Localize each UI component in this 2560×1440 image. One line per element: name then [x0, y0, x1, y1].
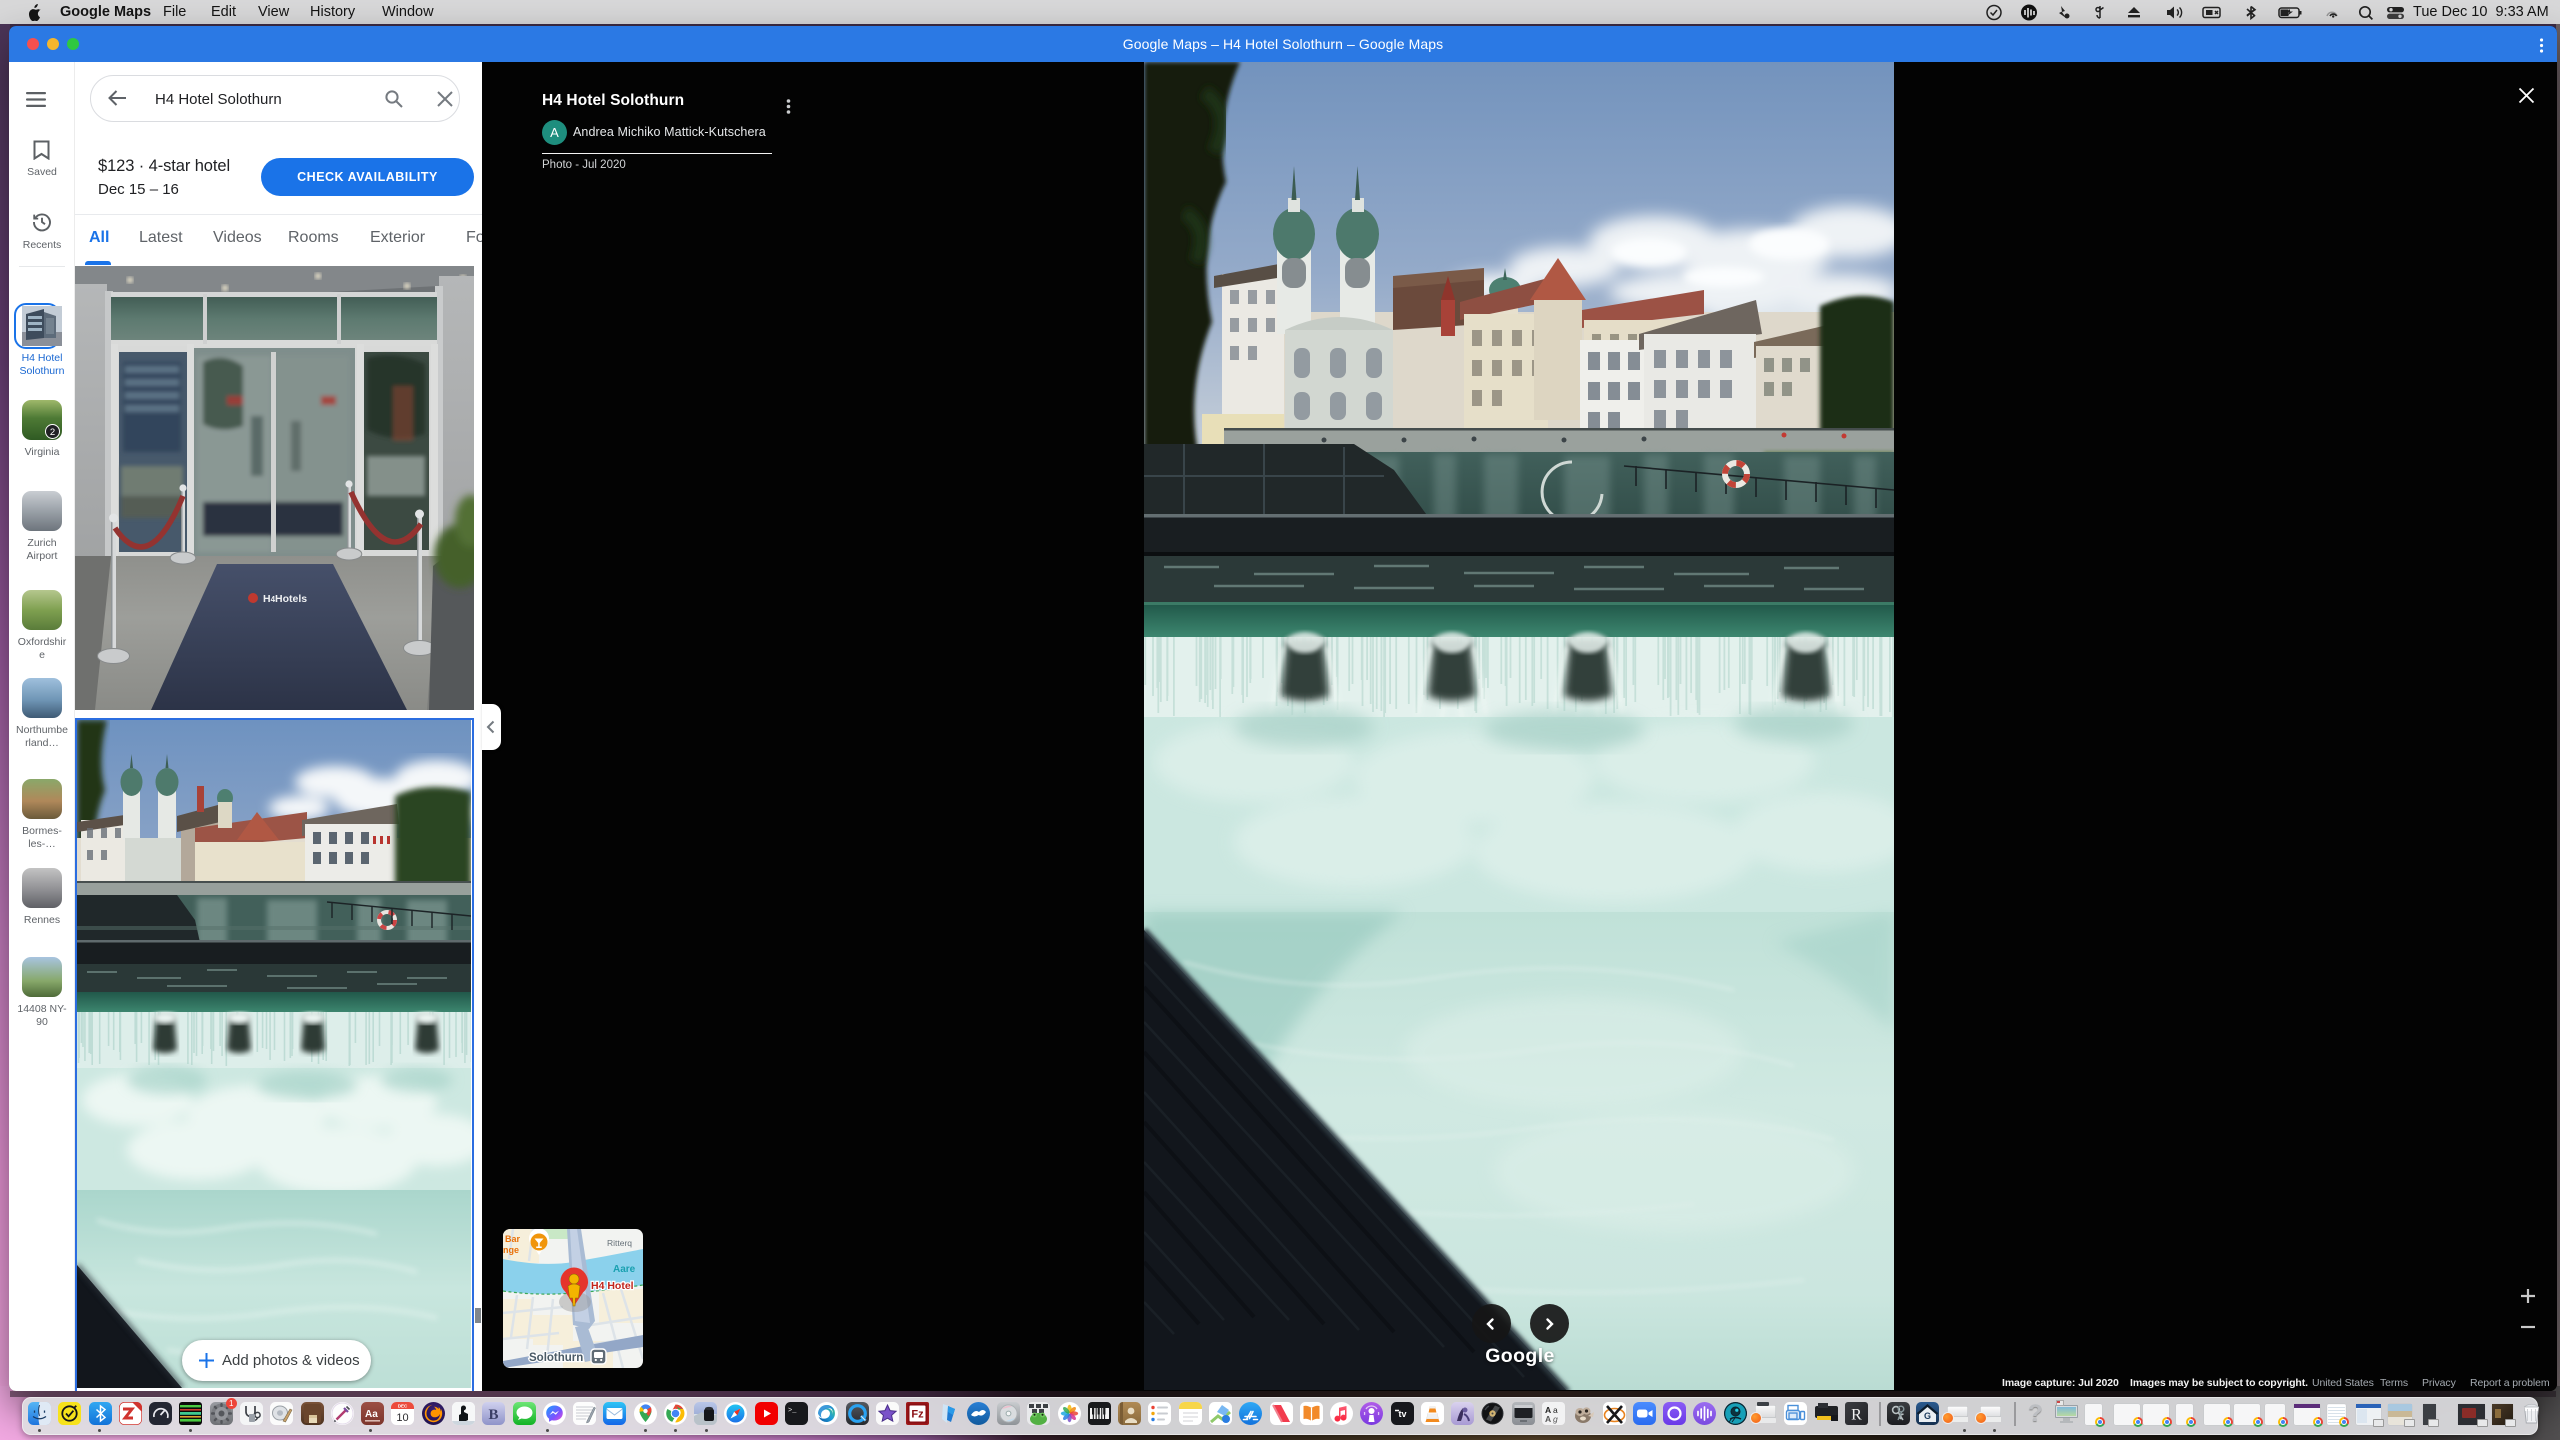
svg-text:H4Hotels: H4Hotels: [263, 593, 307, 605]
svg-text:g: g: [1553, 1414, 1558, 1424]
svg-text:Ritterq: Ritterq: [607, 1238, 632, 1248]
svg-text:Bar: Bar: [505, 1234, 521, 1244]
svg-text:G: G: [1924, 1411, 1931, 1421]
svg-text:A: A: [1545, 1414, 1551, 1424]
svg-text:R: R: [1851, 1407, 1862, 1424]
svg-text:10: 10: [397, 1412, 409, 1424]
svg-text:Fz: Fz: [911, 1409, 924, 1421]
svg-text:tv: tv: [1398, 1409, 1406, 1419]
svg-text:Aare: Aare: [613, 1264, 636, 1275]
svg-text:Solothurn: Solothurn: [529, 1352, 583, 1364]
svg-text:>_: >_: [788, 1407, 797, 1415]
svg-text:H4 Hotel: H4 Hotel: [591, 1280, 634, 1292]
svg-text:nge: nge: [503, 1245, 519, 1255]
svg-text:B: B: [489, 1407, 499, 1423]
svg-text:DEC: DEC: [398, 1403, 408, 1408]
svg-text:Aa: Aa: [365, 1409, 378, 1420]
